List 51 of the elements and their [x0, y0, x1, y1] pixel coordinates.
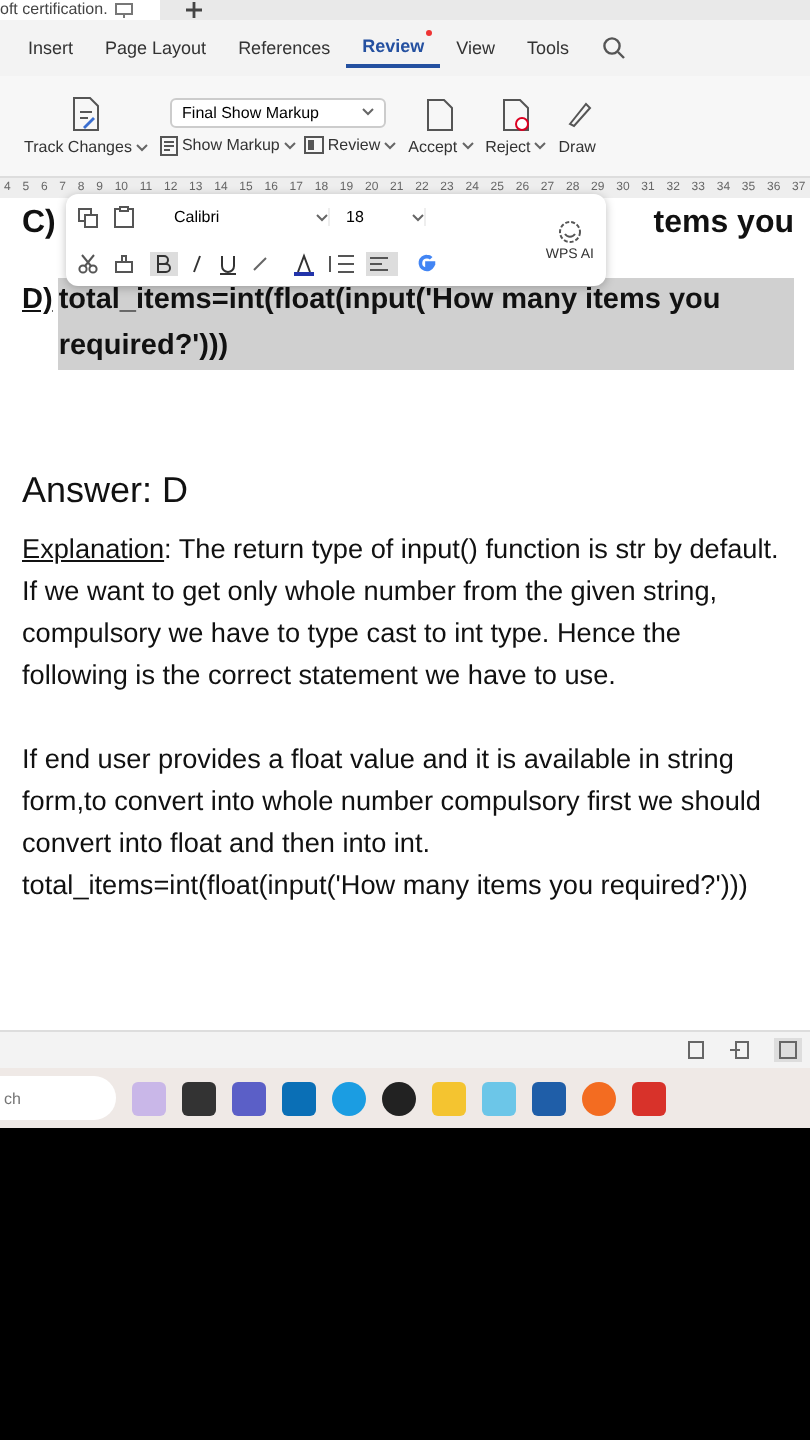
option-text: total_items=int(float(input('How many items you required?')))	[58, 278, 794, 370]
document-icon	[159, 135, 178, 155]
page-icon[interactable]	[686, 1040, 706, 1060]
plus-icon[interactable]	[184, 0, 204, 20]
pane-icon	[303, 136, 324, 154]
caret-icon	[135, 143, 148, 151]
reject-button[interactable]: Reject	[485, 137, 547, 155]
menu-tab[interactable]: View	[440, 30, 511, 66]
body-paragraph: If end user provides a float value and it is available in string form,to convert into whole number compulsory first we should convert into float and then into int.	[22, 742, 763, 862]
code-line: total_items=int(float(input('How many items you required?')))	[22, 868, 750, 904]
google-logo-icon	[416, 252, 438, 274]
format-painter-icon[interactable]	[114, 253, 134, 273]
caret-icon	[316, 213, 328, 221]
accept-button[interactable]: Accept	[408, 137, 474, 155]
view-icon[interactable]	[774, 1038, 802, 1062]
explanation-paragraph: Explanation: The return type of input() function is str by default. If we want to get only whole number from the given string, compulsory we have to type cast to int type. Hence the following is the correct statement we have to use.	[22, 532, 781, 694]
menu-tab[interactable]: Review	[346, 28, 441, 68]
caret-icon	[283, 141, 296, 149]
caret-icon	[461, 142, 474, 150]
document-cancel-icon	[501, 97, 530, 131]
smiley-icon[interactable]	[557, 219, 582, 243]
scissors-icon[interactable]	[78, 253, 98, 273]
pen-icon	[563, 97, 592, 131]
markup-dropdown[interactable]: Final Show Markup	[170, 97, 387, 127]
clipboard-icon[interactable]	[114, 206, 134, 228]
track-changes-button[interactable]: Track Changes	[24, 138, 148, 156]
draw-button[interactable]: Draw	[558, 137, 596, 155]
search-icon[interactable]	[601, 36, 625, 60]
font-size-dropdown[interactable]: 18	[346, 208, 426, 226]
copy-icon[interactable]	[78, 207, 98, 227]
show-markup-button[interactable]: Show Markup	[159, 135, 296, 155]
menu-tab[interactable]: Page Layout	[89, 30, 223, 66]
monitor-icon	[113, 1, 134, 19]
menu-tab[interactable]: Tools	[510, 30, 585, 66]
review-button[interactable]: Review	[303, 135, 397, 155]
search-field[interactable]: ch	[0, 1076, 116, 1120]
menu-tab[interactable]: References	[222, 30, 347, 66]
font-dropdown[interactable]: Calibri	[174, 208, 330, 226]
document-pen-icon	[69, 96, 102, 132]
caret-icon	[384, 141, 397, 149]
document-tab[interactable]: oft certification.	[0, 0, 160, 20]
option-text: C)	[22, 204, 56, 244]
caret-icon	[534, 142, 547, 150]
caret-icon	[412, 213, 424, 221]
exit-icon[interactable]	[730, 1040, 750, 1060]
option-letter: D)	[22, 282, 53, 320]
formatting-icons-drawing[interactable]	[150, 251, 400, 275]
menu-tab[interactable]: Insert	[12, 30, 90, 66]
answer-heading: Answer: D	[22, 470, 191, 512]
option-text: tems you	[653, 204, 794, 244]
caret-icon	[362, 108, 375, 116]
